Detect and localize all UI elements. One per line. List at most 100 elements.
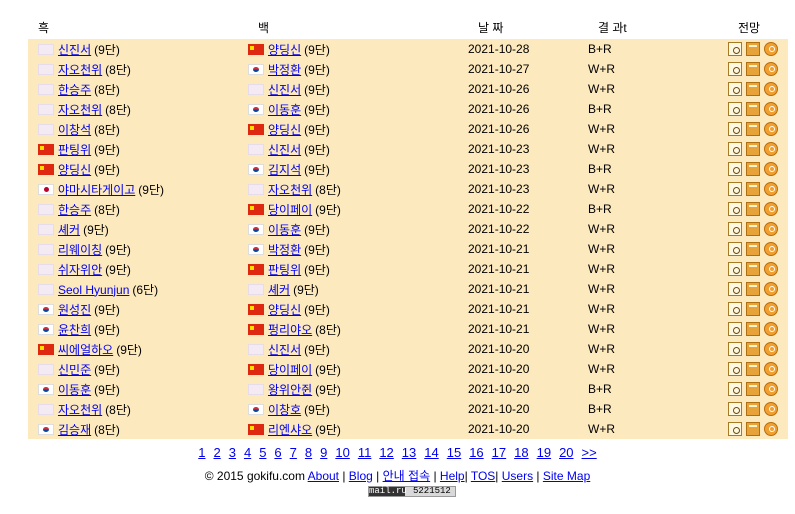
board-icon[interactable] — [746, 282, 760, 297]
page-link[interactable]: 5 — [259, 445, 266, 460]
page-link[interactable]: 18 — [514, 445, 528, 460]
board-icon[interactable] — [746, 222, 760, 237]
white-player-link[interactable]: 신진서 — [268, 143, 301, 157]
board-icon[interactable] — [746, 142, 760, 157]
white-player-link[interactable]: 이동훈 — [268, 223, 301, 237]
view-game-icon[interactable] — [728, 262, 742, 277]
page-link[interactable]: 13 — [402, 445, 416, 460]
black-player-link[interactable]: 김승재 — [58, 423, 91, 437]
download-icon[interactable] — [764, 182, 778, 197]
white-player-link[interactable]: 박정환 — [268, 63, 301, 77]
download-icon[interactable] — [764, 422, 778, 437]
white-player-link[interactable]: 셰커 — [268, 283, 290, 297]
black-player-link[interactable]: 윤찬희 — [58, 323, 91, 337]
black-player-link[interactable]: 신진서 — [58, 43, 91, 57]
view-game-icon[interactable] — [728, 342, 742, 357]
black-player-link[interactable]: 자오천위 — [58, 63, 102, 77]
board-icon[interactable] — [746, 422, 760, 437]
black-player-link[interactable]: 판팅위 — [58, 143, 91, 157]
white-player-link[interactable]: 양딩신 — [268, 303, 301, 317]
page-link[interactable]: 16 — [469, 445, 483, 460]
white-player-link[interactable]: 김지석 — [268, 163, 301, 177]
black-player-link[interactable]: 한승주 — [58, 203, 91, 217]
black-player-link[interactable]: 신민준 — [58, 363, 91, 377]
page-link[interactable]: 7 — [290, 445, 297, 460]
page-link[interactable]: 1 — [198, 445, 205, 460]
page-link[interactable]: 19 — [537, 445, 551, 460]
view-game-icon[interactable] — [728, 302, 742, 317]
view-game-icon[interactable] — [728, 162, 742, 177]
board-icon[interactable] — [746, 342, 760, 357]
footer-link[interactable]: 안내 접속 — [383, 469, 431, 483]
black-player-link[interactable]: Seol Hyunjun — [58, 283, 129, 297]
footer-link[interactable]: Users — [502, 469, 533, 483]
white-player-link[interactable]: 판팅위 — [268, 263, 301, 277]
page-link[interactable]: 6 — [274, 445, 281, 460]
download-icon[interactable] — [764, 362, 778, 377]
view-game-icon[interactable] — [728, 242, 742, 257]
page-link[interactable]: 12 — [379, 445, 393, 460]
view-game-icon[interactable] — [728, 402, 742, 417]
download-icon[interactable] — [764, 242, 778, 257]
footer-link[interactable]: Blog — [349, 469, 373, 483]
view-game-icon[interactable] — [728, 102, 742, 117]
white-player-link[interactable]: 당이페이 — [268, 203, 312, 217]
black-player-link[interactable]: 씨에얼하오 — [58, 343, 113, 357]
board-icon[interactable] — [746, 322, 760, 337]
page-link[interactable]: 11 — [358, 445, 372, 460]
board-icon[interactable] — [746, 62, 760, 77]
black-player-link[interactable]: 한승주 — [58, 83, 91, 97]
view-game-icon[interactable] — [728, 282, 742, 297]
page-link[interactable]: 8 — [305, 445, 312, 460]
download-icon[interactable] — [764, 142, 778, 157]
white-player-link[interactable]: 양딩신 — [268, 123, 301, 137]
footer-link[interactable]: Help — [440, 469, 465, 483]
white-player-link[interactable]: 박정환 — [268, 243, 301, 257]
page-link[interactable]: 20 — [559, 445, 573, 460]
white-player-link[interactable]: 당이페이 — [268, 363, 312, 377]
black-player-link[interactable]: 양딩신 — [58, 163, 91, 177]
black-player-link[interactable]: 자오천위 — [58, 103, 102, 117]
black-player-link[interactable]: 리웨이칭 — [58, 243, 102, 257]
view-game-icon[interactable] — [728, 322, 742, 337]
white-player-link[interactable]: 자오천위 — [268, 183, 312, 197]
board-icon[interactable] — [746, 42, 760, 57]
board-icon[interactable] — [746, 262, 760, 277]
page-link[interactable]: 14 — [424, 445, 438, 460]
board-icon[interactable] — [746, 362, 760, 377]
download-icon[interactable] — [764, 302, 778, 317]
page-next-link[interactable]: >> — [582, 445, 597, 460]
download-icon[interactable] — [764, 222, 778, 237]
board-icon[interactable] — [746, 402, 760, 417]
page-link[interactable]: 2 — [213, 445, 220, 460]
page-link[interactable]: 9 — [320, 445, 327, 460]
view-game-icon[interactable] — [728, 222, 742, 237]
page-link[interactable]: 15 — [447, 445, 461, 460]
download-icon[interactable] — [764, 342, 778, 357]
view-game-icon[interactable] — [728, 362, 742, 377]
footer-link[interactable]: Site Map — [543, 469, 590, 483]
black-player-link[interactable]: 이동훈 — [58, 383, 91, 397]
view-game-icon[interactable] — [728, 142, 742, 157]
board-icon[interactable] — [746, 122, 760, 137]
black-player-link[interactable]: 셰커 — [58, 223, 80, 237]
black-player-link[interactable]: 원성진 — [58, 303, 91, 317]
download-icon[interactable] — [764, 262, 778, 277]
download-icon[interactable] — [764, 122, 778, 137]
view-game-icon[interactable] — [728, 42, 742, 57]
black-player-link[interactable]: 야마시타게이고 — [58, 183, 135, 197]
black-player-link[interactable]: 쉬자위안 — [58, 263, 102, 277]
board-icon[interactable] — [746, 82, 760, 97]
board-icon[interactable] — [746, 242, 760, 257]
page-link[interactable]: 17 — [492, 445, 506, 460]
view-game-icon[interactable] — [728, 82, 742, 97]
download-icon[interactable] — [764, 162, 778, 177]
white-player-link[interactable]: 양딩신 — [268, 43, 301, 57]
download-icon[interactable] — [764, 402, 778, 417]
footer-link[interactable]: About — [308, 469, 339, 483]
black-player-link[interactable]: 자오천위 — [58, 403, 102, 417]
visit-counter[interactable]: mail.ru 5221512 — [368, 486, 456, 497]
download-icon[interactable] — [764, 202, 778, 217]
download-icon[interactable] — [764, 282, 778, 297]
board-icon[interactable] — [746, 162, 760, 177]
